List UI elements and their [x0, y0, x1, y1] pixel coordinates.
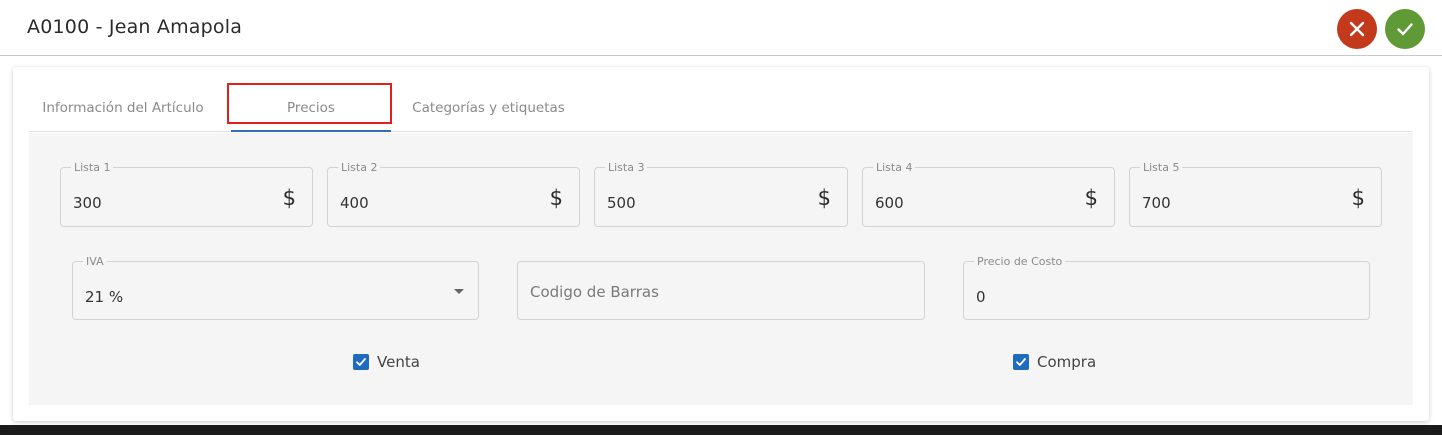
field-label: IVA	[83, 255, 107, 268]
dialog-title: A0100 - Jean Amapola	[27, 16, 243, 38]
dollar-icon: $	[1084, 186, 1098, 210]
field-value: 700	[1142, 194, 1171, 212]
checkbox-checked-icon	[1013, 354, 1029, 370]
iva-select[interactable]: IVA 21 %	[72, 255, 479, 320]
dollar-icon: $	[549, 186, 563, 210]
checkbox-checked-icon	[353, 354, 369, 370]
tab-prices[interactable]: Precios	[231, 85, 391, 132]
prices-panel: Lista 1 300 $ Lista 2 400 $ Lista 3 500 …	[29, 133, 1413, 405]
confirm-button[interactable]	[1385, 9, 1425, 49]
dollar-icon: $	[1351, 186, 1365, 210]
cost-price-input[interactable]: Precio de Costo 0	[963, 255, 1370, 320]
price-list-1-field[interactable]: Lista 1 300 $	[60, 161, 313, 227]
price-list-5-field[interactable]: Lista 5 700 $	[1129, 161, 1382, 227]
field-label: Precio de Costo	[974, 255, 1066, 268]
close-icon	[1349, 21, 1365, 37]
price-list-4-field[interactable]: Lista 4 600 $	[862, 161, 1115, 227]
venta-checkbox[interactable]: Venta	[353, 353, 420, 371]
dollar-icon: $	[817, 186, 831, 210]
field-value: 600	[875, 194, 904, 212]
price-list-3-field[interactable]: Lista 3 500 $	[594, 161, 848, 227]
dialog-header: A0100 - Jean Amapola	[0, 0, 1442, 56]
field-label: Lista 4	[873, 161, 916, 174]
field-label: Lista 1	[71, 161, 114, 174]
field-label: Lista 5	[1140, 161, 1183, 174]
tab-bar: Información del Artículo Precios Categor…	[29, 85, 1413, 132]
checkbox-label: Compra	[1037, 353, 1097, 371]
field-value: 300	[73, 194, 102, 212]
tab-label: Precios	[287, 100, 335, 116]
check-icon	[1397, 23, 1413, 36]
field-value: 21 %	[85, 288, 124, 306]
article-dialog: A0100 - Jean Amapola Información del Art…	[0, 0, 1442, 425]
tab-article-info[interactable]: Información del Artículo	[39, 85, 207, 131]
field-value: 400	[340, 194, 369, 212]
tab-categories-tags[interactable]: Categorías y etiquetas	[411, 85, 566, 131]
article-card: Información del Artículo Precios Categor…	[13, 67, 1429, 421]
compra-checkbox[interactable]: Compra	[1013, 353, 1096, 371]
field-label: Lista 2	[338, 161, 381, 174]
cancel-button[interactable]	[1337, 9, 1377, 49]
field-value: 0	[976, 288, 986, 306]
active-tab-indicator	[231, 130, 391, 132]
caret-down-icon	[454, 289, 464, 294]
tab-label: Información del Artículo	[42, 100, 204, 116]
field-label: Lista 3	[605, 161, 648, 174]
field-placeholder: Codigo de Barras	[530, 283, 659, 301]
price-list-2-field[interactable]: Lista 2 400 $	[327, 161, 580, 227]
field-value: 500	[607, 194, 636, 212]
dollar-icon: $	[282, 186, 296, 210]
checkbox-label: Venta	[377, 353, 420, 371]
barcode-input[interactable]: Codigo de Barras	[517, 261, 925, 320]
tab-label: Categorías y etiquetas	[412, 100, 565, 116]
